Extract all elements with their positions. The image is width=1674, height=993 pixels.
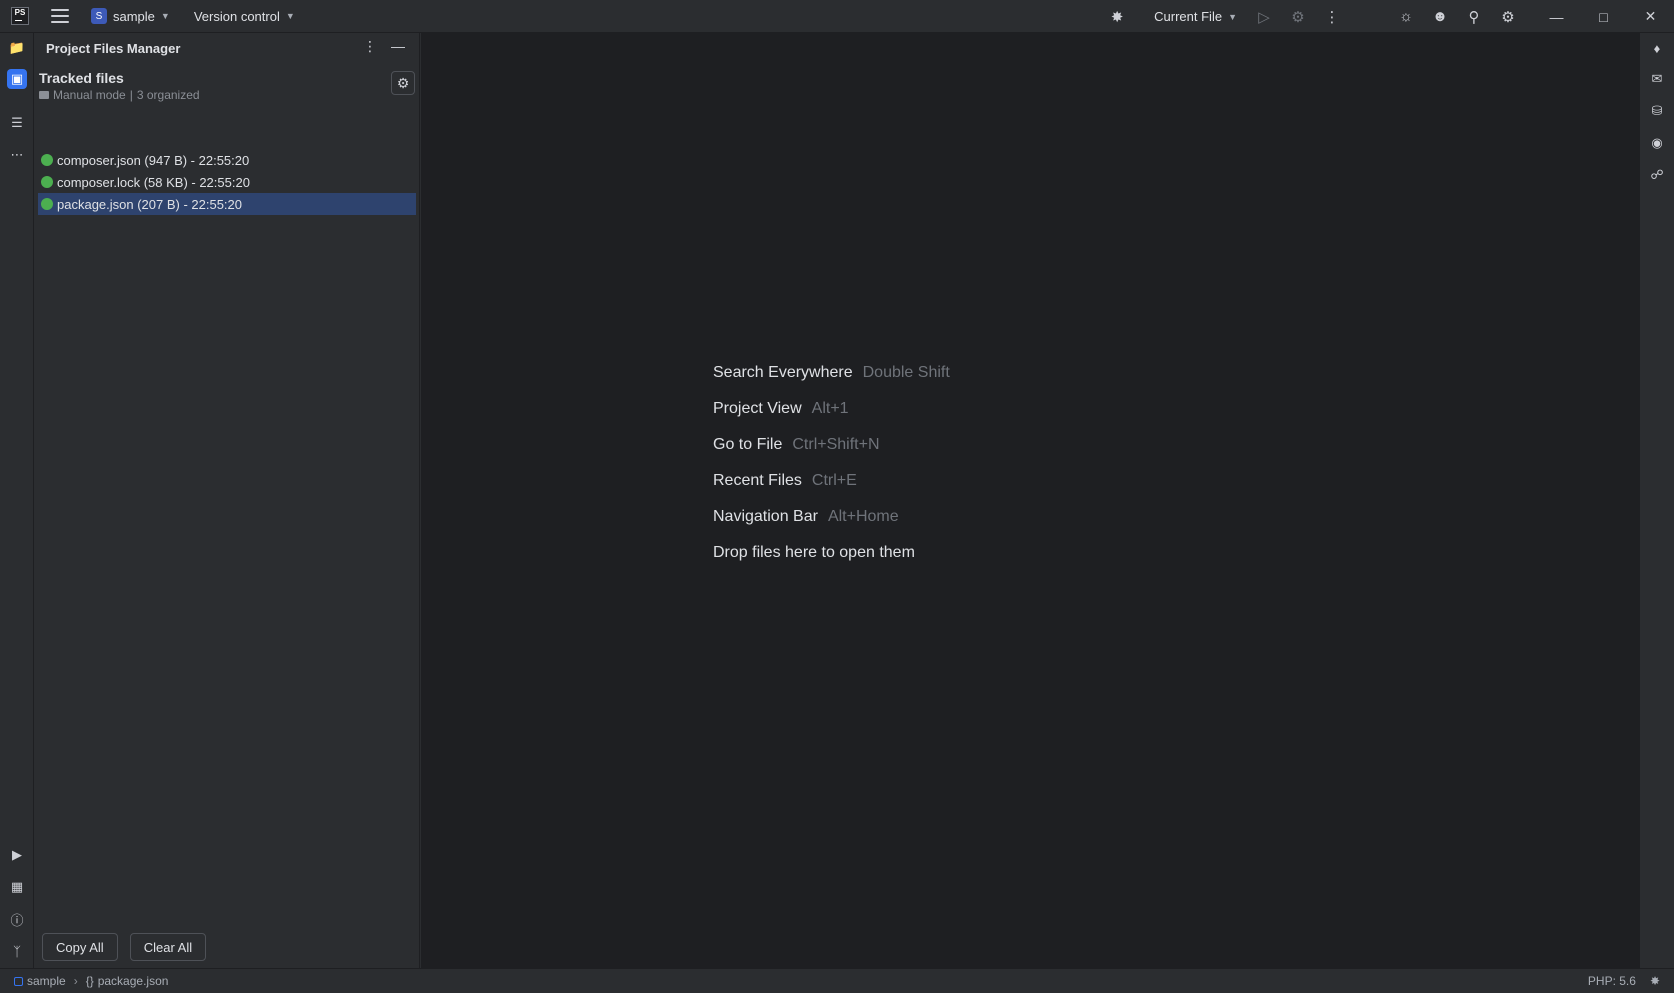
chevron-down-icon: ▼ xyxy=(160,11,170,21)
project-files-manager-icon[interactable]: ▣ xyxy=(7,69,27,89)
add-user-icon[interactable]: ☻ xyxy=(1423,0,1457,33)
hint-recent-files: Recent Files Ctrl+E xyxy=(713,472,857,489)
gear-icon: ⚙ xyxy=(396,74,410,91)
project-selector[interactable]: S sample ▼ xyxy=(91,8,170,24)
file-label: composer.lock (58 KB) - 22:55:20 xyxy=(57,174,250,190)
main-menu-icon[interactable] xyxy=(51,9,69,23)
ai-assistant-icon[interactable]: ☼ xyxy=(1389,0,1423,33)
summary-separator: | xyxy=(129,88,133,102)
panel-title: Project Files Manager xyxy=(46,40,181,56)
notifications-bell-icon[interactable]: ♦ xyxy=(1647,38,1667,58)
status-dot-icon xyxy=(41,176,53,188)
hint-project-view: Project View Alt+1 xyxy=(713,400,849,417)
tracked-files-title: Tracked files xyxy=(39,70,124,86)
folder-icon xyxy=(39,91,49,99)
services-icon[interactable]: ▶ xyxy=(7,845,27,865)
chevron-down-icon: ▼ xyxy=(285,11,295,21)
panel-header: Project Files Manager ⋮ — xyxy=(34,33,419,63)
json-file-icon: {} xyxy=(85,974,94,988)
status-bar: sample › {} package.json PHP: 5.6 ✸ xyxy=(0,968,1674,993)
editor-area[interactable]: Search Everywhere Double Shift Project V… xyxy=(421,33,1639,968)
project-name: sample xyxy=(113,8,155,24)
tracked-file-list: composer.json (947 B) - 22:55:20 compose… xyxy=(38,149,416,215)
module-icon xyxy=(14,976,23,986)
copy-all-button[interactable]: Copy All xyxy=(42,933,118,961)
clear-all-button[interactable]: Clear All xyxy=(129,933,207,961)
project-badge: S xyxy=(91,8,107,24)
web-browser-icon[interactable]: ☍ xyxy=(1647,165,1667,185)
tracked-files-summary: Manual mode | 3 organized xyxy=(39,87,415,103)
minimize-window-icon[interactable]: — xyxy=(1533,0,1580,33)
right-tool-strip: ♦ ✉ ⛁ ◉ ☍ xyxy=(1639,33,1674,968)
hint-navigation-bar: Navigation Bar Alt+Home xyxy=(713,508,899,525)
panel-minimize-icon[interactable]: — xyxy=(391,38,405,55)
file-label: composer.json (947 B) - 22:55:20 xyxy=(57,152,250,168)
database-icon[interactable]: ⛁ xyxy=(1647,101,1667,121)
ai-chat-icon[interactable]: ✉ xyxy=(1647,69,1667,89)
structure-icon[interactable]: ☰ xyxy=(7,113,27,133)
run-config-label: Current File xyxy=(1154,9,1223,24)
search-icon[interactable]: ⚲ xyxy=(1457,0,1491,33)
file-row-package-json[interactable]: package.json (207 B) - 22:55:20 xyxy=(38,193,416,215)
left-tool-strip: 📁 ▣ ☰ ⋯ ▶ ▦ ⓘ ᛉ xyxy=(0,33,34,968)
breadcrumb: sample › {} package.json xyxy=(14,974,168,988)
chevron-right-icon: › xyxy=(73,974,78,988)
tracked-files-header: Tracked files Manual mode | 3 organized … xyxy=(39,69,415,107)
hint-drop-files: Drop files here to open them xyxy=(713,544,915,561)
git-branch-icon[interactable]: ᛉ xyxy=(7,941,27,961)
run-config-selector[interactable]: Current File ▼ xyxy=(1154,9,1237,24)
file-row-composer-lock[interactable]: composer.lock (58 KB) - 22:55:20 xyxy=(38,171,416,193)
maximize-window-icon[interactable]: □ xyxy=(1580,0,1627,33)
more-vertical-icon[interactable]: ⋮ xyxy=(1315,0,1349,33)
chevron-down-icon: ▼ xyxy=(1228,11,1237,22)
hint-go-to-file: Go to File Ctrl+Shift+N xyxy=(713,436,880,453)
file-label: package.json (207 B) - 22:55:20 xyxy=(57,196,243,212)
remote-host-icon[interactable]: ◉ xyxy=(1647,133,1667,153)
vcs-label: Version control xyxy=(193,8,280,24)
breadcrumb-project[interactable]: sample xyxy=(27,974,66,988)
debug-icon[interactable]: ⚙ xyxy=(1281,0,1315,33)
more-tools-icon[interactable]: ⋯ xyxy=(7,145,27,165)
inspections-icon[interactable]: ✸ xyxy=(1650,974,1660,988)
project-files-manager-panel: Project Files Manager ⋮ — Tracked files … xyxy=(34,33,420,968)
project-folder-icon[interactable]: 📁 xyxy=(7,38,27,58)
terminal-icon[interactable]: ▦ xyxy=(7,877,27,897)
debug-bug-icon[interactable]: ✸ xyxy=(1100,0,1134,33)
breadcrumb-file[interactable]: package.json xyxy=(98,974,169,988)
tracked-settings-button[interactable]: ⚙ xyxy=(391,71,415,95)
status-dot-icon xyxy=(41,198,53,210)
problems-icon[interactable]: ⓘ xyxy=(7,909,27,929)
close-window-icon[interactable]: ✕ xyxy=(1627,0,1674,33)
title-bar: PS S sample ▼ Version control ▼ ✸ Curren… xyxy=(0,0,1674,33)
organized-count: 3 organized xyxy=(136,88,200,102)
status-dot-icon xyxy=(41,154,53,166)
vcs-selector[interactable]: Version control ▼ xyxy=(194,9,295,24)
empty-editor-hints: Search Everywhere Double Shift Project V… xyxy=(713,355,950,571)
file-row-composer-json[interactable]: composer.json (947 B) - 22:55:20 xyxy=(38,149,416,171)
settings-gear-icon[interactable]: ⚙ xyxy=(1491,0,1525,33)
hint-search-everywhere: Search Everywhere Double Shift xyxy=(713,364,950,381)
mode-label: Manual mode xyxy=(53,88,126,102)
php-version-status[interactable]: PHP: 5.6 xyxy=(1588,974,1636,988)
panel-options-icon[interactable]: ⋮ xyxy=(363,38,377,55)
run-icon[interactable]: ▷ xyxy=(1247,0,1281,33)
app-logo-icon: PS xyxy=(11,7,29,25)
